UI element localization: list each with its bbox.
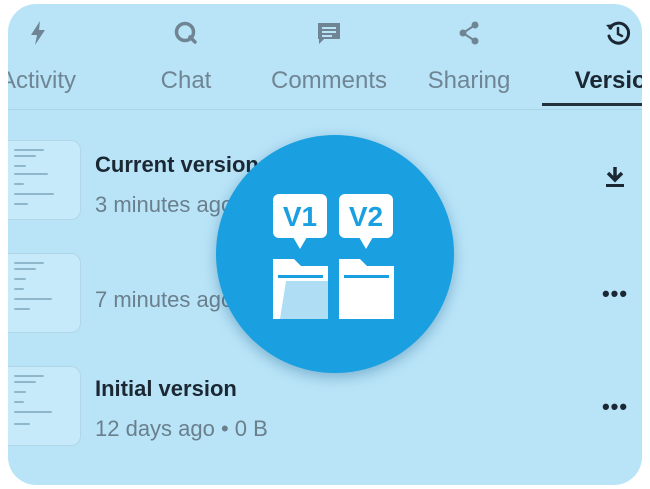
versions-folders-icon: V1 V2 — [273, 194, 394, 319]
download-button[interactable] — [602, 164, 628, 190]
tab-comments[interactable]: Comments — [264, 4, 394, 110]
document-thumbnail — [8, 253, 81, 333]
svg-text:V2: V2 — [349, 201, 383, 232]
download-icon — [606, 167, 624, 187]
history-icon — [603, 18, 633, 48]
document-thumbnail — [8, 366, 81, 446]
tab-sharing[interactable]: Sharing — [411, 4, 527, 110]
tab-label: Sharing — [427, 67, 511, 94]
tab-bar: Activity Chat Comments Sharing Version — [8, 4, 642, 110]
active-tab-indicator — [542, 103, 642, 106]
divider — [8, 109, 642, 110]
version-timestamp: 3 minutes ago — [95, 192, 234, 217]
share-icon — [454, 18, 484, 48]
lightning-icon — [23, 18, 53, 48]
tab-version[interactable]: Version — [560, 4, 642, 110]
more-options-button[interactable]: ••• — [602, 394, 628, 420]
more-icon: ••• — [601, 281, 629, 306]
tab-label: Comments — [270, 67, 388, 94]
tab-label: Activity — [8, 67, 76, 94]
versions-panel: Activity Chat Comments Sharing Version — [8, 4, 642, 485]
more-icon: ••• — [601, 394, 629, 419]
tab-chat[interactable]: Chat — [126, 4, 246, 110]
version-timestamp: 7 minutes ago — [95, 287, 234, 312]
tab-label: Version — [574, 67, 642, 94]
more-options-button[interactable]: ••• — [602, 281, 628, 307]
comment-icon — [314, 18, 344, 48]
version-history-badge: V1 V2 — [216, 135, 454, 373]
version-meta: 12 days ago • 0 B — [95, 416, 268, 441]
svg-text:V1: V1 — [283, 201, 317, 232]
tab-activity[interactable]: Activity — [8, 4, 98, 110]
document-thumbnail — [8, 140, 81, 220]
tab-label: Chat — [160, 67, 212, 94]
version-title: Initial version — [95, 376, 237, 401]
chat-icon — [171, 18, 201, 48]
